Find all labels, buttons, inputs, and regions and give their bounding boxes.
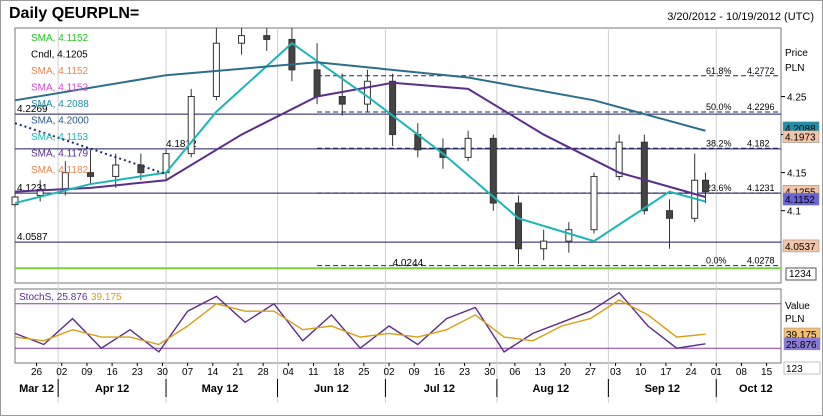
- stoch-flag-label: 123: [786, 364, 803, 375]
- legend-entry: SMA, 4.1152: [31, 83, 89, 94]
- legend-entry: SMA, 4.1152: [31, 33, 89, 44]
- candle-body: [238, 35, 246, 44]
- candle-body: [112, 164, 120, 177]
- fib-value: 4.182: [747, 138, 770, 148]
- x-tick-label: 03: [610, 367, 622, 378]
- x-tick-label: 24: [686, 367, 698, 378]
- x-tick-label: 27: [585, 367, 597, 378]
- x-tick-label: 26: [31, 367, 43, 378]
- x-tick-label: 01: [711, 367, 723, 378]
- chart-window: Daily QEURPLN= 3/20/2012 - 10/19/2012 (U…: [0, 0, 823, 416]
- x-tick-label: 20: [560, 367, 572, 378]
- x-month-label: Sep 12: [645, 383, 680, 395]
- fib-value: 4.1231: [747, 183, 775, 193]
- x-month-label: Mar 12: [19, 383, 54, 395]
- legend-entry: SMA, 4.1152: [31, 66, 89, 77]
- y-tick-label: 4.25: [787, 93, 807, 104]
- x-tick-label: 17: [660, 367, 672, 378]
- legend-entry: Cndl, 4.1205: [31, 50, 88, 61]
- fib-label: 0.0%: [706, 256, 727, 266]
- candle-body: [590, 175, 598, 231]
- fib-label: 38.2%: [706, 138, 732, 148]
- stoch-legend-entry: StochS, 25.876: [19, 292, 88, 303]
- candle-body: [565, 229, 573, 242]
- price-flag-label: 4.0537: [785, 242, 816, 253]
- candle-body: [701, 179, 709, 193]
- x-tick-label: 18: [333, 367, 345, 378]
- x-month-label: Apr 12: [95, 383, 129, 395]
- x-month-label: Jun 12: [314, 383, 349, 395]
- legend-entry: SMA, 4.1179: [31, 149, 89, 160]
- y-axis-unit: PLN: [785, 63, 804, 74]
- y-tick-label: 4.15: [787, 169, 807, 180]
- fib-label: 61.8%: [706, 66, 732, 76]
- legend-entry: SMA, 4.1182: [31, 165, 89, 176]
- x-tick-label: 23: [459, 367, 471, 378]
- x-tick-label: 06: [509, 367, 521, 378]
- price-flag-label: 4.1973: [785, 133, 816, 144]
- x-tick-label: 23: [132, 367, 144, 378]
- x-month-label: Oct 12: [739, 383, 773, 395]
- stoch-flag-label: 25.876: [786, 340, 817, 351]
- legend-entry: SMA, 4.2088: [31, 99, 89, 110]
- x-tick-label: 07: [182, 367, 194, 378]
- x-tick-label: 13: [534, 367, 546, 378]
- stoch-plot-area: [14, 288, 782, 364]
- main-plot-area: [14, 27, 782, 284]
- candle-body: [389, 80, 397, 136]
- x-tick-label: 09: [409, 367, 421, 378]
- x-tick-label: 11: [308, 367, 319, 378]
- candle-body: [540, 240, 548, 250]
- x-month-label: Jul 12: [424, 383, 455, 395]
- x-month-label: May 12: [202, 383, 239, 395]
- legend-entry: SMA, 4.2000: [31, 116, 89, 127]
- x-tick-label: 21: [232, 367, 244, 378]
- x-tick-label: 30: [484, 367, 496, 378]
- x-tick-label: 16: [107, 367, 119, 378]
- x-tick-label: 28: [258, 367, 270, 378]
- y-axis-title: Price: [785, 48, 808, 59]
- x-tick-label: 02: [383, 367, 395, 378]
- candle-body: [489, 137, 497, 204]
- candle-body: [666, 210, 674, 219]
- candle-body: [363, 80, 371, 105]
- price-flag-label: 4.1152: [785, 195, 815, 206]
- x-tick-label: 09: [81, 367, 93, 378]
- stoch-axis-unit: PLN: [785, 314, 804, 325]
- x-tick-label: 25: [358, 367, 370, 378]
- input-box-label: 1234: [789, 269, 812, 280]
- fib-value: 4.0278: [747, 256, 775, 266]
- x-tick-label: 15: [761, 367, 773, 378]
- candle-body: [313, 69, 321, 98]
- fib-label: 23.6%: [706, 183, 732, 193]
- level-label: 4.0587: [17, 232, 48, 243]
- candle-body: [263, 35, 271, 40]
- stoch-axis-title: Value: [785, 301, 810, 312]
- x-tick-label: 10: [635, 367, 647, 378]
- fib-value: 4.2772: [747, 66, 775, 76]
- x-month-label: Aug 12: [532, 383, 569, 395]
- candle-body: [640, 141, 648, 212]
- chart-canvas[interactable]: 61.8% 4.2772 50.0% 4.2296 38.2% 4.182 23.6% 4.1…: [1, 1, 822, 415]
- x-tick-label: 30: [157, 367, 169, 378]
- legend-entry: SMA, 4.1153: [31, 132, 89, 143]
- y-tick-label: 4.1: [787, 207, 801, 218]
- x-tick-label: 14: [207, 367, 219, 378]
- candle-body: [514, 202, 522, 250]
- level-label: 4.0244: [393, 258, 424, 269]
- fib-value: 4.2296: [747, 102, 775, 112]
- candle-body: [338, 96, 346, 105]
- fib-label: 50.0%: [706, 102, 732, 112]
- x-tick-label: 08: [736, 367, 748, 378]
- candle-body: [464, 137, 472, 158]
- x-tick-label: 02: [56, 367, 68, 378]
- candle-body: [87, 172, 95, 177]
- stoch-legend-entry: 39.175: [91, 292, 122, 303]
- x-tick-label: 16: [434, 367, 446, 378]
- x-tick-label: 04: [283, 367, 295, 378]
